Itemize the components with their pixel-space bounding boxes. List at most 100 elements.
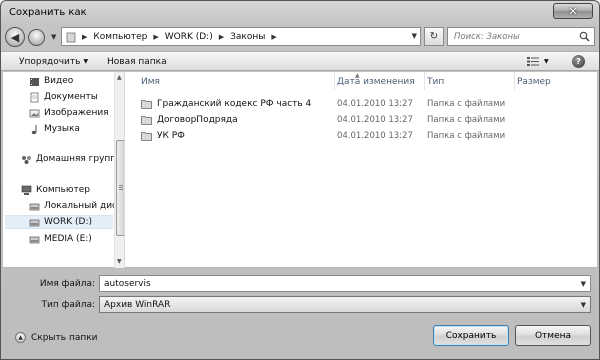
close-icon: ✕ (568, 4, 578, 18)
nav-item-documents[interactable]: Документы (29, 90, 98, 104)
breadcrumb-folder[interactable]: Законы (230, 32, 265, 42)
breadcrumb-arrow-icon[interactable]: ▶ (82, 33, 87, 41)
list-item[interactable]: УК РФ 04.01.2010 13:27 Папка с файлами (137, 129, 577, 143)
nav-item-video[interactable]: Видео (29, 74, 73, 88)
column-header-name[interactable]: Имя (141, 72, 335, 90)
nav-item-label: Музыка (44, 124, 80, 134)
view-options-icon[interactable] (527, 56, 539, 67)
file-date: 04.01.2010 13:27 (337, 99, 413, 109)
organize-label: Упорядочить (19, 57, 81, 67)
hide-folders-label: Скрыть папки (31, 332, 98, 343)
list-item[interactable]: ДоговорПодряда 04.01.2010 13:27 Папка с … (137, 113, 577, 127)
column-header-type[interactable]: Тип (427, 72, 515, 90)
cancel-button[interactable]: Отмена (515, 325, 591, 346)
save-as-dialog: Сохранить как ✕ ◀ ▼ ▶ Компьютер ▶ WORK (… (0, 0, 600, 360)
organize-button[interactable]: Упорядочить ▼ (19, 57, 88, 67)
location-folder-icon (66, 32, 76, 42)
filename-field[interactable]: autoservis ▼ (99, 275, 591, 292)
filename-label: Имя файла: (39, 279, 95, 289)
breadcrumb-drive[interactable]: WORK (D:) (165, 32, 213, 42)
back-button[interactable]: ◀ (5, 27, 25, 47)
help-icon[interactable]: ? (572, 55, 585, 68)
nav-item-label: Компьютер (36, 185, 90, 195)
nav-item-pictures[interactable]: Изображения (29, 106, 109, 120)
close-button[interactable]: ✕ (553, 3, 593, 19)
nav-item-label: MEDIA (E:) (44, 234, 92, 244)
drive-icon (29, 203, 40, 210)
nav-item-work-drive[interactable]: WORK (D:) (5, 215, 113, 229)
chevron-down-icon: ▼ (580, 301, 586, 309)
filetype-label: Тип файла: (41, 300, 95, 310)
back-arrow-icon: ◀ (10, 30, 20, 44)
breadcrumb-arrow-icon[interactable]: ▶ (271, 33, 276, 41)
file-list: ▲ Имя Дата изменения Тип Размер Гражданс… (129, 72, 597, 268)
nav-item-label: Документы (44, 92, 98, 102)
file-type: Папка с файлами (427, 115, 506, 125)
hide-folders-toggle[interactable]: ▲ Скрыть папки (15, 332, 98, 343)
title-bar[interactable]: Сохранить как ✕ (1, 1, 599, 25)
nav-item-label: Видео (44, 76, 74, 86)
browser-content: Видео Документы Изображения Музыка Домаш… (3, 72, 597, 268)
drive-icon (29, 236, 40, 243)
refresh-icon: ↻ (429, 31, 439, 42)
command-toolbar: Упорядочить ▼ Новая папка ▼ ? (1, 51, 599, 71)
column-header-size[interactable]: Размер (517, 72, 587, 90)
music-library-icon (31, 124, 37, 134)
nav-item-label: Домашняя группа (36, 154, 122, 164)
navigation-pane: Видео Документы Изображения Музыка Домаш… (3, 72, 125, 268)
column-header-date[interactable]: Дата изменения (337, 72, 425, 90)
search-input[interactable]: Поиск: Законы (447, 27, 595, 46)
window-title: Сохранить как (9, 7, 87, 18)
file-type: Папка с файлами (427, 131, 506, 141)
search-placeholder: Поиск: Законы (454, 32, 520, 42)
file-name: Гражданский кодекс РФ часть 4 (157, 99, 312, 109)
nav-item-local-disk[interactable]: Локальный диск (29, 199, 122, 213)
breadcrumb-arrow-icon[interactable]: ▶ (153, 33, 158, 41)
nav-item-music[interactable]: Музыка (29, 122, 80, 136)
forward-button[interactable] (28, 29, 45, 46)
view-dropdown-icon[interactable]: ▼ (544, 58, 549, 65)
folder-icon (141, 116, 152, 125)
breadcrumb-computer[interactable]: Компьютер (93, 32, 147, 42)
file-date: 04.01.2010 13:27 (337, 115, 413, 125)
documents-library-icon (30, 92, 39, 102)
scroll-up-icon[interactable]: ▲ (117, 74, 122, 81)
scrollbar-thumb[interactable] (116, 140, 124, 236)
recent-pages-dropdown[interactable]: ▼ (51, 33, 56, 41)
homegroup-icon (22, 155, 31, 164)
nav-item-media-drive[interactable]: MEDIA (E:) (29, 232, 92, 246)
drive-icon (29, 219, 40, 226)
filename-value: autoservis (104, 279, 151, 289)
chevron-up-icon: ▲ (15, 332, 26, 343)
nav-item-computer[interactable]: Компьютер (21, 183, 90, 197)
chevron-down-icon: ▼ (83, 58, 89, 65)
new-folder-button[interactable]: Новая папка (107, 57, 167, 67)
address-bar[interactable]: ▶ Компьютер ▶ WORK (D:) ▶ Законы ▶ ▼ (61, 27, 421, 46)
address-history-dropdown[interactable]: ▼ (412, 32, 417, 40)
refresh-button[interactable]: ↻ (424, 27, 444, 46)
filetype-value: Архив WinRAR (104, 300, 171, 310)
file-type: Папка с файлами (427, 99, 506, 109)
filetype-select[interactable]: Архив WinRAR ▼ (99, 296, 591, 313)
breadcrumb-arrow-icon[interactable]: ▶ (219, 33, 224, 41)
folder-icon (141, 132, 152, 141)
chevron-down-icon[interactable]: ▼ (581, 280, 586, 288)
video-library-icon (30, 77, 39, 86)
pictures-library-icon (29, 109, 40, 117)
scroll-down-icon[interactable]: ▼ (117, 258, 122, 265)
search-icon (579, 31, 590, 42)
file-name: ДоговорПодряда (157, 115, 238, 125)
computer-icon (21, 185, 32, 195)
file-date: 04.01.2010 13:27 (337, 131, 413, 141)
nav-item-label: Локальный диск (44, 201, 123, 211)
list-item[interactable]: Гражданский кодекс РФ часть 4 04.01.2010… (137, 97, 577, 111)
nav-pane-scrollbar[interactable]: ▲ ▼ (114, 72, 124, 268)
nav-item-label: Изображения (44, 108, 109, 118)
save-button[interactable]: Сохранить (433, 325, 509, 346)
folder-icon (141, 100, 152, 109)
file-name: УК РФ (157, 131, 185, 141)
nav-item-homegroup[interactable]: Домашняя группа (21, 152, 122, 166)
grip-icon (119, 185, 123, 186)
navigation-row: ◀ ▼ ▶ Компьютер ▶ WORK (D:) ▶ Законы ▶ ▼… (5, 25, 595, 49)
nav-item-label: WORK (D:) (44, 217, 92, 227)
